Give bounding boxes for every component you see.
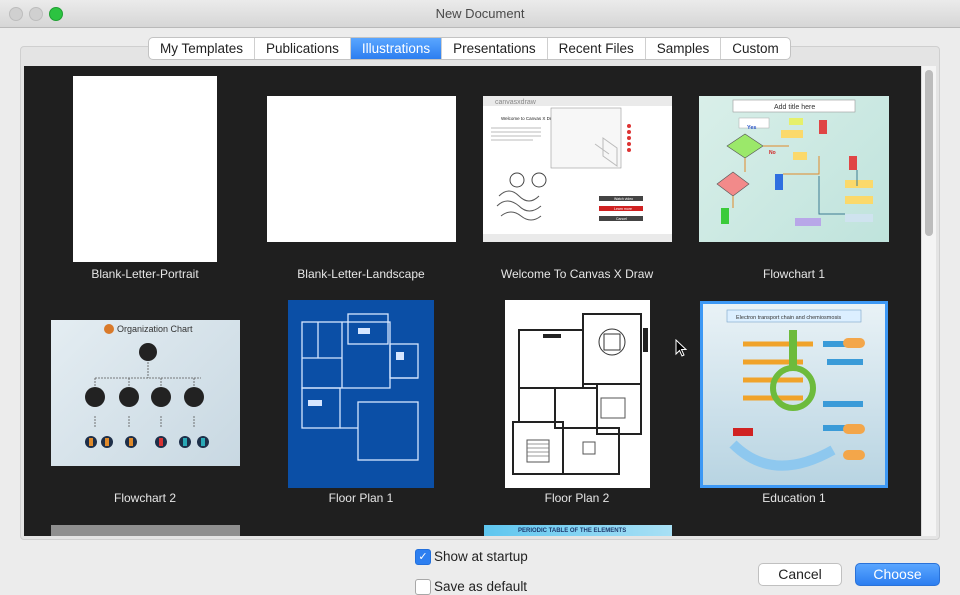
periodic-table-title: PERIODIC TABLE OF THE ELEMENTS <box>518 528 627 534</box>
tab-illustrations[interactable]: Illustrations <box>350 38 443 59</box>
template-label: Flowchart 1 <box>762 267 826 281</box>
template-label: Welcome To Canvas X Draw <box>500 267 654 281</box>
template-thumbnail-floor-plan-1[interactable] <box>288 300 434 488</box>
tab-recent-files[interactable]: Recent Files <box>548 38 646 59</box>
template-label: Flowchart 2 <box>113 491 177 505</box>
tab-publications[interactable]: Publications <box>255 38 351 59</box>
electron-chain-preview-icon: Electron transport chain and chemiosmosi… <box>726 309 865 471</box>
education-title-text: Electron transport chain and chemiosmosi… <box>736 315 841 321</box>
category-tabs: My Templates Publications Illustrations … <box>148 37 791 60</box>
org-chart-preview-icon: Organization Chart <box>85 324 209 448</box>
window-title: New Document <box>435 6 525 21</box>
brand-text: canvasxdraw <box>495 99 537 106</box>
flowchart-preview-icon: Add title here Yes No <box>716 99 873 226</box>
template-thumbnail-periodic-table[interactable]: PERIODIC TABLE OF THE ELEMENTS <box>484 525 672 536</box>
org-chart-title-text: Organization Chart <box>117 324 193 334</box>
watch-video-text: Watch video <box>614 197 633 201</box>
template-thumbnail-floor-plan-2[interactable] <box>505 300 650 488</box>
cancel-text: Cancel <box>616 217 627 221</box>
template-thumbnail-blank-landscape[interactable] <box>267 96 456 242</box>
template-label: Floor Plan 2 <box>544 491 610 505</box>
template-label: Education 1 <box>762 491 826 505</box>
template-label: Blank-Letter-Landscape <box>297 267 425 281</box>
cancel-button[interactable]: Cancel <box>758 563 842 586</box>
template-label: Floor Plan 1 <box>328 491 394 505</box>
template-thumbnail-flowchart-1[interactable]: Add title here Yes No <box>699 96 889 242</box>
show-at-startup-label: Show at startup <box>434 549 528 564</box>
blueprint-preview-icon <box>301 313 419 461</box>
flowchart-title-text: Add title here <box>774 104 815 111</box>
yes-text: Yes <box>747 125 756 131</box>
template-thumbnail-flowchart-2[interactable]: Organization Chart <box>51 320 240 466</box>
show-at-startup-checkbox[interactable]: ✓ <box>415 549 431 565</box>
choose-button[interactable]: Choose <box>855 563 940 586</box>
learn-more-text: Learn more <box>614 207 632 211</box>
save-as-default-label: Save as default <box>434 579 528 594</box>
title-bar: New Document <box>0 0 960 28</box>
tab-samples[interactable]: Samples <box>646 38 722 59</box>
no-text: No <box>769 150 776 156</box>
template-label: Blank-Letter-Portrait <box>91 267 199 281</box>
gallery-scrollbar[interactable] <box>921 66 936 536</box>
template-gallery: Blank-Letter-Portrait Blank-Letter-Lands… <box>24 66 921 536</box>
tab-presentations[interactable]: Presentations <box>442 38 548 59</box>
mouse-cursor-icon <box>675 339 688 357</box>
scrollbar-thumb[interactable] <box>925 70 933 236</box>
template-thumbnail-partial[interactable] <box>51 525 240 536</box>
template-thumbnail-education-1[interactable]: Electron transport chain and chemiosmosi… <box>700 301 888 488</box>
welcome-heading-text: Welcome to Canvas X Draw! <box>501 116 558 121</box>
tab-custom[interactable]: Custom <box>721 38 790 59</box>
template-thumbnail-blank-portrait[interactable] <box>73 76 217 262</box>
welcome-preview-icon: canvasxdraw Welcome to Canvas X Draw! Wa… <box>483 96 672 242</box>
floor-plan-preview-icon <box>512 313 648 475</box>
tab-my-templates[interactable]: My Templates <box>149 38 256 59</box>
template-thumbnail-welcome[interactable]: canvasxdraw Welcome to Canvas X Draw! Wa… <box>483 96 672 242</box>
save-as-default-checkbox[interactable] <box>415 579 431 595</box>
